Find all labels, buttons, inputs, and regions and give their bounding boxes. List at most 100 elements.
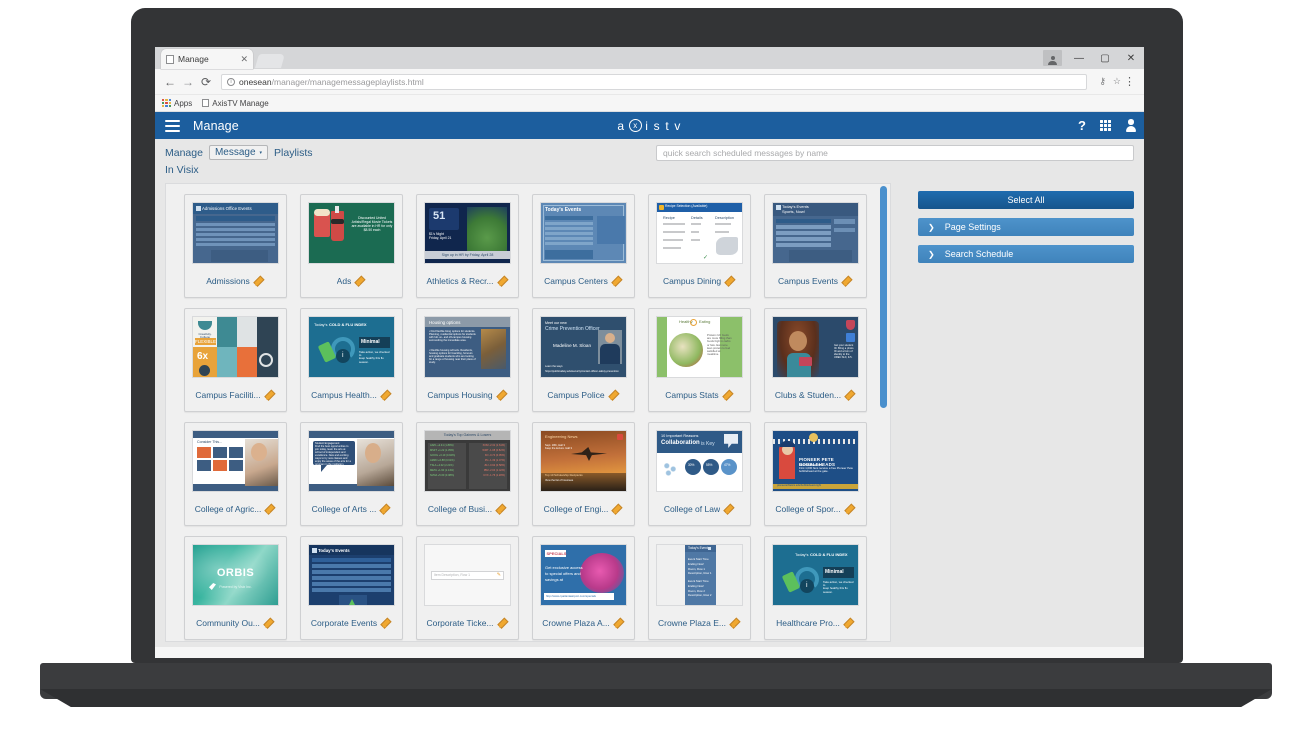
card-label: College of Arts ... <box>312 504 377 514</box>
thumbnail: Get your student ID. Bring a photo ID an… <box>772 316 859 378</box>
pencil-icon[interactable] <box>496 503 507 514</box>
apps-grid-icon[interactable] <box>1100 120 1111 131</box>
thumb-text: Engineering News <box>545 435 577 440</box>
message-type-select[interactable]: Message ▾ <box>209 145 268 160</box>
thumb-text: Today's <box>314 322 327 327</box>
grid-scrollbar-track[interactable] <box>880 184 889 641</box>
pencil-icon[interactable] <box>724 503 735 514</box>
pencil-icon[interactable] <box>845 503 856 514</box>
breadcrumb-playlists[interactable]: Playlists <box>274 147 313 159</box>
playlist-card[interactable]: PIONEER PETE BOBBLEHEADS SEPTEMBER 30thF… <box>764 422 867 526</box>
pencil-icon[interactable] <box>612 503 623 514</box>
help-icon[interactable]: ? <box>1078 118 1086 133</box>
playlist-card[interactable]: Discounted United Artists/Regal Movie Ti… <box>300 194 403 298</box>
playlist-card[interactable]: Today's COLD & FLU INDEX i Minimal Take … <box>300 308 403 412</box>
pencil-icon[interactable] <box>265 503 276 514</box>
playlist-card[interactable]: Recipe Selection (Available) Recipe Deta… <box>648 194 751 298</box>
pencil-icon[interactable] <box>355 275 366 286</box>
playlist-card[interactable]: Today's Top Gainers & Losers AAPL +2.41 … <box>416 422 519 526</box>
pencil-icon[interactable] <box>264 617 275 628</box>
back-button[interactable]: ← <box>161 73 179 91</box>
pencil-icon[interactable] <box>381 617 392 628</box>
search-input[interactable]: quick search scheduled messages by name <box>656 145 1134 161</box>
pencil-icon[interactable] <box>723 389 734 400</box>
thumbnail: Today's Events Event Start TimeEnding No… <box>656 544 743 606</box>
playlist-card[interactable]: Today's Events <box>532 194 635 298</box>
thumb-text: Meet our new <box>545 321 567 325</box>
playlist-card[interactable]: Today's Events Event Start TimeEnding No… <box>648 536 751 640</box>
thumbnail: PIONEER PETE BOBBLEHEADS SEPTEMBER 30thF… <box>772 430 859 492</box>
select-all-button[interactable]: Select All <box>918 191 1134 209</box>
page-settings-section[interactable]: ❯ Page Settings <box>918 218 1134 236</box>
bookmark-apps[interactable]: Apps <box>162 99 192 108</box>
playlist-card[interactable]: Housing options • Find flexible living o… <box>416 308 519 412</box>
playlist-card[interactable]: Today's Events <box>300 536 403 640</box>
maximize-button[interactable]: ▢ <box>1092 47 1118 69</box>
pencil-icon[interactable] <box>609 389 620 400</box>
reload-button[interactable]: ⟳ <box>197 73 215 91</box>
bookmark-axistv-manage[interactable]: AxisTV Manage <box>202 99 268 108</box>
pencil-icon[interactable] <box>730 617 741 628</box>
pencil-icon[interactable] <box>380 503 391 514</box>
playlist-card[interactable]: 51 $1's NightFriday, April 21 Sign up in… <box>416 194 519 298</box>
profile-avatar-icon[interactable] <box>1043 50 1062 66</box>
card-label: Campus Police <box>547 390 604 400</box>
bookmark-star-icon[interactable]: ☆ <box>1113 76 1121 87</box>
breadcrumb-manage[interactable]: Manage <box>165 147 203 159</box>
close-window-button[interactable]: ✕ <box>1118 47 1144 69</box>
pencil-icon[interactable] <box>498 617 509 628</box>
playlist-card[interactable]: Admissions Office Events <box>184 194 287 298</box>
pencil-icon[interactable] <box>612 275 623 286</box>
playlist-card[interactable]: Engineering News Sept. 18th, Hall 3Keep … <box>532 422 635 526</box>
thumbnail: Housing options • Find flexible living o… <box>424 316 511 378</box>
playlist-card[interactable]: 10 Important Reasons Collaboration is Ke… <box>648 422 751 526</box>
thumb-text: Today's Top Gainers & Losers <box>425 433 510 437</box>
thumb-text: COLD & FLU INDEX <box>810 553 848 558</box>
playlist-card[interactable]: Get your student ID. Bring a photo ID an… <box>764 308 867 412</box>
pencil-icon[interactable] <box>725 275 736 286</box>
card-footer: Campus Events <box>765 264 866 297</box>
pencil-icon[interactable] <box>614 617 625 628</box>
playlist-card[interactable]: Item Description, Row 1 ✎ Corporate Tick… <box>416 536 519 640</box>
pencil-icon[interactable] <box>845 389 856 400</box>
pencil-icon[interactable] <box>842 275 853 286</box>
browser-tab[interactable]: Manage ✕ <box>161 49 253 69</box>
playlist-card[interactable]: ORBIS Powered by Visix Inc. Community Ou… <box>184 536 287 640</box>
pencil-icon[interactable] <box>497 389 508 400</box>
playlist-card[interactable]: Student EngagementFind the best opportun… <box>300 422 403 526</box>
forward-button[interactable]: → <box>179 73 197 91</box>
playlist-card[interactable]: Meet our new Crime Prevention Officer Ma… <box>532 308 635 412</box>
pencil-icon[interactable] <box>381 389 392 400</box>
playlist-card[interactable]: Creativity. College FLEXIBLE 6x <box>184 308 287 412</box>
playlist-card[interactable]: Consider This... C <box>184 422 287 526</box>
search-schedule-section[interactable]: ❯ Search Schedule <box>918 245 1134 263</box>
new-tab-button[interactable] <box>255 54 285 68</box>
pencil-icon[interactable] <box>844 617 855 628</box>
key-icon[interactable]: ⚷ <box>1099 76 1106 87</box>
card-footer: Campus Police <box>533 378 634 411</box>
card-label: Corporate Ticke... <box>426 618 493 628</box>
hamburger-icon[interactable] <box>165 120 180 132</box>
user-icon[interactable] <box>1125 119 1136 132</box>
thumb-text: COLD & FLU INDEX <box>329 323 367 328</box>
omnibox-actions: ⚷ ☆ <box>1099 76 1121 87</box>
close-icon[interactable]: ✕ <box>240 54 248 65</box>
playlist-card[interactable]: Healthy Eating Protein rich foods are mo… <box>648 308 751 412</box>
pencil-icon[interactable] <box>254 275 265 286</box>
address-bar[interactable]: i onesean /manager/managemessageplaylist… <box>221 74 1087 90</box>
card-footer: Crowne Plaza E... <box>649 606 750 639</box>
pencil-icon[interactable] <box>265 389 276 400</box>
thumb-text: Sports, Now! <box>782 210 805 215</box>
browser-menu-icon[interactable]: ⋮ <box>1121 75 1138 88</box>
playlist-card[interactable]: SPECIALS Get exclusive access to special… <box>532 536 635 640</box>
thumbnail: 10 Important Reasons Collaboration is Ke… <box>656 430 743 492</box>
minimize-button[interactable]: — <box>1066 47 1092 69</box>
grid-scrollbar-thumb[interactable] <box>880 186 887 408</box>
playlist-card[interactable]: Today's COLD & FLU INDEX i Minimal Take … <box>764 536 867 640</box>
thumbnail: Consider This... <box>192 430 279 492</box>
card-footer: Corporate Ticke... <box>417 606 518 639</box>
browser-tab-strip: Manage ✕ — ▢ ✕ <box>155 47 1144 69</box>
site-info-icon[interactable]: i <box>227 78 235 86</box>
pencil-icon[interactable] <box>498 275 509 286</box>
playlist-card[interactable]: Today's Events Sports, Now! <box>764 194 867 298</box>
